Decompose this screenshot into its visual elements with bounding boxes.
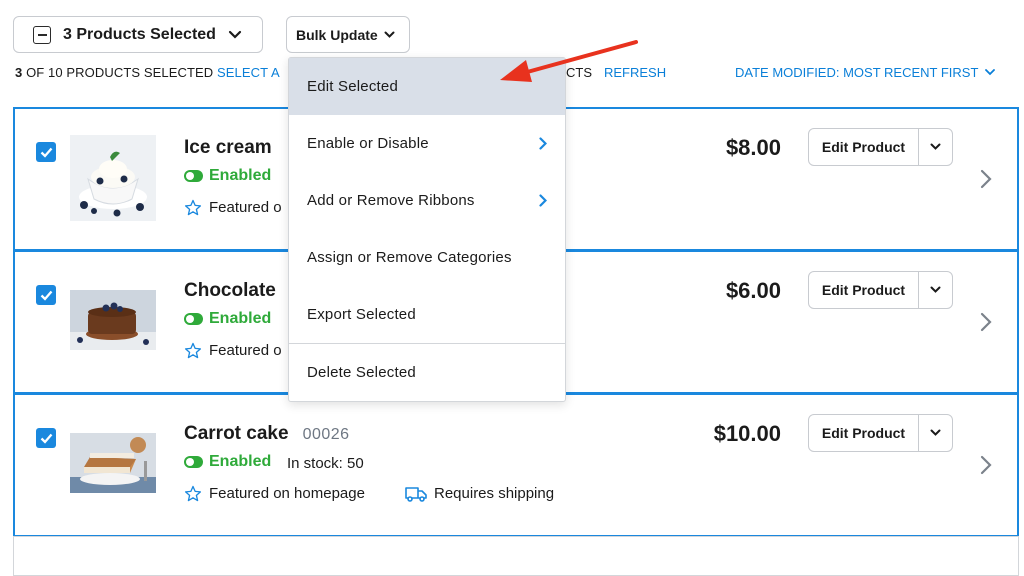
edit-options-button[interactable] — [919, 272, 952, 308]
edit-product-button[interactable]: Edit Product — [809, 129, 919, 165]
row-checkbox[interactable] — [36, 285, 56, 305]
chevron-right-icon[interactable] — [980, 169, 992, 189]
selected-count-text: OF 10 PRODUCTS SELECTED — [26, 65, 214, 80]
star-icon — [184, 485, 202, 502]
chevron-right-icon[interactable] — [980, 312, 992, 332]
chevron-right-icon — [539, 194, 547, 207]
menu-item-label: Enable or Disable — [307, 135, 429, 152]
chevron-down-icon — [985, 69, 996, 76]
enabled-toggle-icon — [184, 456, 203, 468]
edit-product-button[interactable]: Edit Product — [809, 415, 919, 451]
product-price: $8.00 — [725, 135, 781, 160]
truck-icon — [405, 486, 427, 502]
menu-item-enable-disable[interactable]: Enable or Disable — [289, 115, 565, 172]
product-row[interactable] — [13, 536, 1019, 576]
edit-product-split-button[interactable]: Edit Product — [808, 128, 953, 166]
checkmark-icon — [40, 290, 52, 301]
product-name[interactable]: Chocolate — [184, 280, 276, 302]
menu-item-export[interactable]: Export Selected — [289, 286, 565, 343]
product-price: $10.00 — [713, 421, 781, 446]
enabled-toggle-icon — [184, 170, 203, 182]
product-name[interactable]: Carrot cake 00026 — [184, 423, 350, 445]
status-text: Enabled — [209, 310, 272, 327]
row-checkbox[interactable] — [36, 428, 56, 448]
product-name-text: Ice cream — [184, 137, 272, 158]
chevron-right-icon — [539, 137, 547, 150]
featured-tag: Featured o — [184, 342, 282, 359]
shipping-text: Requires shipping — [434, 485, 555, 502]
product-name[interactable]: Ice cream — [184, 137, 272, 159]
bulk-update-label: Bulk Update — [296, 26, 378, 43]
chevron-right-icon[interactable] — [980, 455, 992, 475]
shipping-tag: Requires shipping — [405, 485, 554, 502]
deselect-checkbox-icon[interactable] — [33, 25, 51, 44]
enabled-toggle-icon — [184, 313, 203, 325]
row-checkbox[interactable] — [36, 142, 56, 162]
selection-count-label: 3 Products Selected — [63, 25, 216, 43]
product-name-text: Chocolate — [184, 280, 276, 301]
chocolate-pancakes-image — [70, 290, 156, 350]
product-price: $6.00 — [725, 278, 781, 303]
menu-item-label: Assign or Remove Categories — [307, 249, 512, 266]
chevron-down-icon — [228, 30, 242, 39]
menu-item-label: Add or Remove Ribbons — [307, 192, 475, 209]
chevron-down-icon — [930, 286, 941, 293]
status-badge: Enabled — [184, 310, 271, 328]
sort-label: DATE MODIFIED: MOST RECENT FIRST — [735, 65, 979, 80]
product-thumbnail[interactable] — [70, 433, 156, 493]
menu-item-label: Edit Selected — [307, 78, 398, 95]
menu-item-label: Delete Selected — [307, 364, 416, 381]
chevron-down-icon — [930, 429, 941, 436]
annotation-arrow-icon — [500, 40, 638, 82]
bulk-update-button[interactable]: Bulk Update — [286, 16, 410, 53]
product-name-text: Carrot cake — [184, 423, 289, 444]
chevron-down-icon — [930, 143, 941, 150]
edit-product-button[interactable]: Edit Product — [809, 272, 919, 308]
checkmark-icon — [40, 433, 52, 444]
featured-text: Featured o — [209, 342, 282, 359]
status-text: Enabled — [209, 453, 272, 470]
ice-cream-image — [70, 135, 156, 221]
chevron-down-icon — [384, 31, 395, 38]
menu-item-label: Export Selected — [307, 306, 416, 323]
star-icon — [184, 342, 202, 359]
star-icon — [184, 199, 202, 216]
stock-count: In stock: 50 — [287, 455, 364, 472]
edit-options-button[interactable] — [919, 129, 952, 165]
edit-product-split-button[interactable]: Edit Product — [808, 271, 953, 309]
menu-item-ribbons[interactable]: Add or Remove Ribbons — [289, 172, 565, 229]
edit-options-button[interactable] — [919, 415, 952, 451]
featured-text: Featured o — [209, 199, 282, 216]
bulk-update-menu: Edit Selected Enable or Disable Add or R… — [288, 57, 566, 402]
product-sku: 00026 — [302, 426, 350, 443]
selection-status-text: 3 OF 10 PRODUCTS SELECTED SELECT A — [15, 65, 280, 80]
checkmark-icon — [40, 147, 52, 158]
menu-item-delete[interactable]: Delete Selected — [289, 344, 565, 401]
select-all-link[interactable]: SELECT A — [217, 65, 280, 80]
featured-tag: Featured on homepage — [184, 485, 365, 502]
product-thumbnail[interactable] — [70, 135, 156, 221]
selection-dropdown-button[interactable]: 3 Products Selected — [13, 16, 263, 53]
product-thumbnail[interactable] — [70, 290, 156, 350]
edit-product-split-button[interactable]: Edit Product — [808, 414, 953, 452]
product-row[interactable]: Carrot cake 00026 Enabled In stock: 50 Fe… — [13, 393, 1019, 537]
status-badge: Enabled — [184, 453, 271, 471]
status-badge: Enabled — [184, 167, 271, 185]
selected-count: 3 — [15, 65, 23, 80]
featured-tag: Featured o — [184, 199, 282, 216]
status-text: Enabled — [209, 167, 272, 184]
menu-item-categories[interactable]: Assign or Remove Categories — [289, 229, 565, 286]
carrot-cake-image — [70, 433, 156, 493]
sort-dropdown[interactable]: DATE MODIFIED: MOST RECENT FIRST — [735, 65, 996, 80]
featured-text: Featured on homepage — [209, 485, 365, 502]
